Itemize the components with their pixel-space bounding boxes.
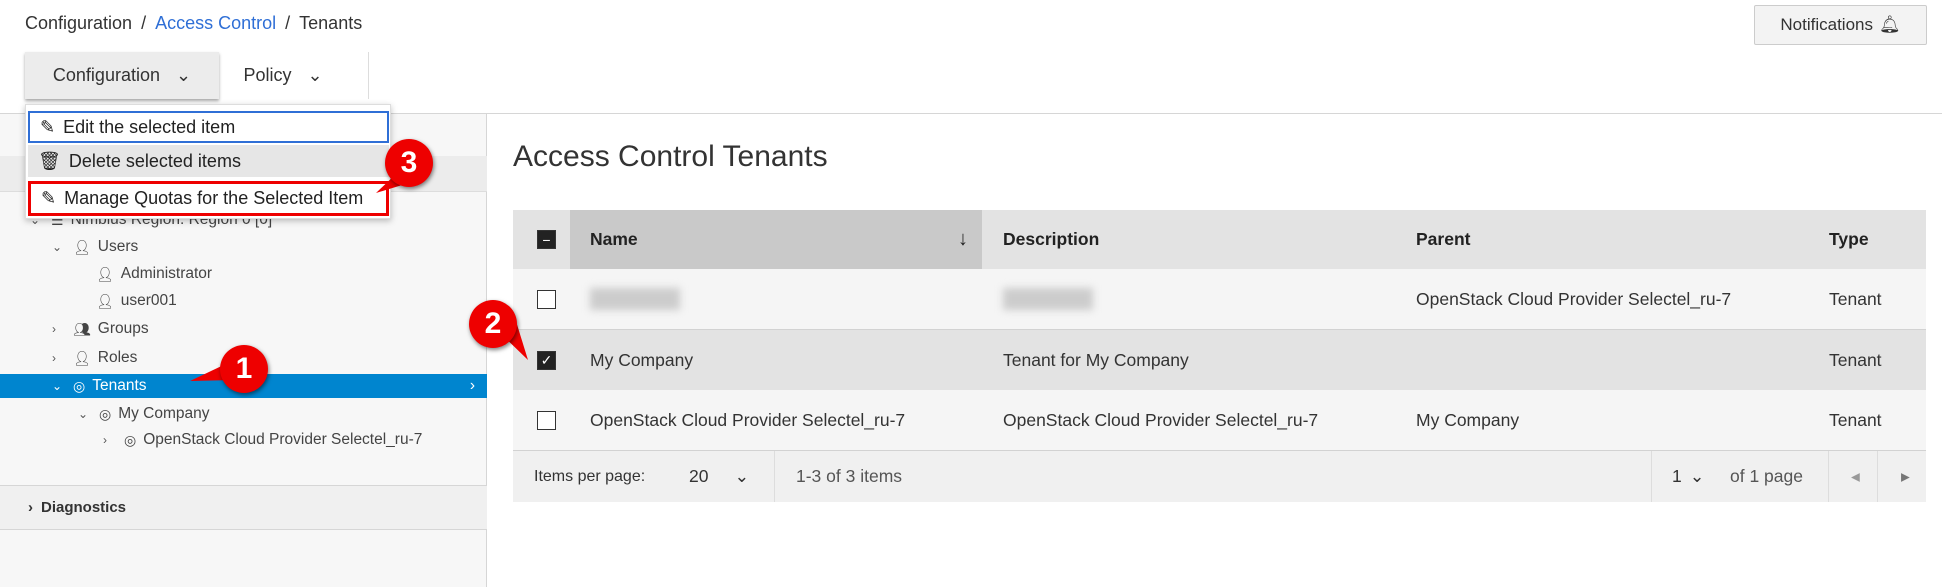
annotation-badge-1: 1 xyxy=(220,345,268,393)
annotation-badge-2: 2 xyxy=(469,300,517,348)
annotation-arrows xyxy=(190,172,528,381)
annotation-badge-3: 3 xyxy=(385,139,433,187)
